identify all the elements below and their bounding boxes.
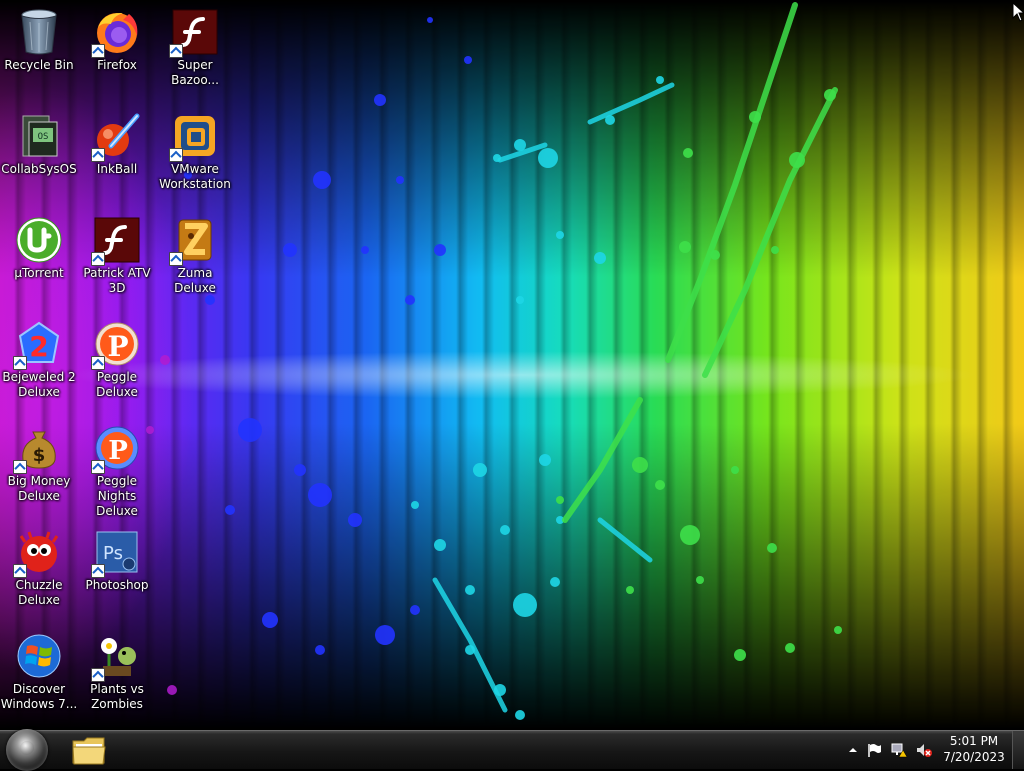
recycle-bin-icon xyxy=(15,8,63,56)
desktop-icon-label: Super Bazoo... xyxy=(171,58,219,87)
desktop-icon-peggle-nights[interactable]: P Peggle Nights Deluxe xyxy=(78,420,156,519)
flag-icon[interactable] xyxy=(866,742,882,758)
shortcut-arrow-icon xyxy=(91,148,105,162)
shortcut-arrow-icon xyxy=(91,356,105,370)
desktop-icon-peggle[interactable]: P Peggle Deluxe xyxy=(78,316,156,400)
bejeweled-icon: 2 xyxy=(13,320,63,370)
shortcut-arrow-icon xyxy=(13,564,27,578)
desktop-icon-patrick-atv[interactable]: Patrick ATV 3D xyxy=(78,212,156,296)
shortcut-arrow-icon xyxy=(91,44,105,58)
desktop-icon-bejeweled[interactable]: 2 Bejeweled 2 Deluxe xyxy=(0,316,78,400)
desktop-icon-label: VMware Workstation xyxy=(159,162,231,191)
shortcut-arrow-icon xyxy=(91,564,105,578)
desktop-icon-label: Bejeweled 2 Deluxe xyxy=(2,370,76,399)
desktop-icon-photoshop[interactable]: Ps Photoshop xyxy=(78,524,156,593)
clock-date: 7/20/2023 xyxy=(943,750,1005,764)
desktop-icon-label: Recycle Bin xyxy=(4,58,74,72)
plants-vs-zombies-icon xyxy=(91,632,141,682)
desktop-icon-label: µTorrent xyxy=(14,266,64,280)
chuzzle-icon xyxy=(13,528,63,578)
mouse-cursor-icon xyxy=(1012,2,1024,22)
zuma-icon xyxy=(169,216,219,266)
windows-orb-icon xyxy=(20,741,34,755)
svg-text:OS: OS xyxy=(38,132,49,142)
desktop-icon-recycle-bin[interactable]: Recycle Bin xyxy=(0,4,78,73)
desktop-icon-label: Photoshop xyxy=(85,578,149,592)
taskbar-pinned-explorer[interactable] xyxy=(70,733,108,767)
peggle-nights-icon: P xyxy=(91,424,141,474)
desktop-icon-label: Peggle Nights Deluxe xyxy=(96,474,138,518)
show-desktop-button[interactable] xyxy=(1012,731,1024,769)
svg-text:P: P xyxy=(108,436,128,466)
start-button[interactable] xyxy=(6,729,48,771)
desktop-icon-super-bazoo[interactable]: Super Bazoo... xyxy=(156,4,234,88)
desktop-icon-label: Zuma Deluxe xyxy=(174,266,216,295)
flash-icon xyxy=(169,8,219,58)
shortcut-arrow-icon xyxy=(13,356,27,370)
peggle-icon: P xyxy=(91,320,141,370)
desktop-icon-collabsysos[interactable]: OS CollabSysOS xyxy=(0,108,78,177)
collabsysos-icon: OS xyxy=(15,112,63,160)
windows-logo-icon xyxy=(15,632,63,680)
flash-icon xyxy=(91,216,141,266)
desktop-icon-label: Discover Windows 7... xyxy=(0,682,78,711)
desktop-icon-firefox[interactable]: Firefox xyxy=(78,4,156,73)
shortcut-arrow-icon xyxy=(169,252,183,266)
svg-text:2: 2 xyxy=(29,330,48,363)
svg-text:P: P xyxy=(107,330,128,363)
desktop-icon-zuma[interactable]: Zuma Deluxe xyxy=(156,212,234,296)
shortcut-arrow-icon xyxy=(169,148,183,162)
vmware-icon xyxy=(169,112,219,162)
desktop-icon-label: Firefox xyxy=(97,58,137,72)
desktop-icon-plants-vs-zombies[interactable]: Plants vs Zombies xyxy=(78,628,156,712)
desktop-icon-vmware[interactable]: VMware Workstation xyxy=(156,108,234,192)
desktop-icon-inkball[interactable]: InkBall xyxy=(78,108,156,177)
desktop-icon-utorrent[interactable]: µTorrent xyxy=(0,212,78,281)
network-warning-icon[interactable] xyxy=(891,742,907,758)
money-bag-icon: $ xyxy=(13,424,63,474)
desktop-icon-label: CollabSysOS xyxy=(1,162,77,176)
svg-text:$: $ xyxy=(33,445,46,466)
chevron-up-icon[interactable] xyxy=(845,742,861,758)
speaker-muted-icon[interactable] xyxy=(916,742,932,758)
desktop-icon-label: Plants vs Zombies xyxy=(90,682,144,711)
desktop-icon-big-money[interactable]: $ Big Money Deluxe xyxy=(0,420,78,504)
svg-text:Ps: Ps xyxy=(103,543,123,564)
utorrent-icon xyxy=(15,216,63,264)
shortcut-arrow-icon xyxy=(91,252,105,266)
clock-time: 5:01 PM xyxy=(949,734,999,748)
shortcut-arrow-icon xyxy=(91,460,105,474)
inkball-icon xyxy=(91,112,141,162)
photoshop-icon: Ps xyxy=(91,528,141,578)
system-clock[interactable]: 5:01 PM 7/20/2023 xyxy=(938,733,1010,765)
taskbar: 5:01 PM 7/20/2023 xyxy=(0,729,1024,771)
desktop-icon-label: Patrick ATV 3D xyxy=(83,266,151,295)
folder-icon xyxy=(72,737,106,765)
desktop-icon-discover-windows[interactable]: Discover Windows 7... xyxy=(0,628,78,712)
shortcut-arrow-icon xyxy=(13,460,27,474)
desktop-icon-label: Big Money Deluxe xyxy=(7,474,71,503)
desktop-icon-label: Peggle Deluxe xyxy=(96,370,138,399)
shortcut-arrow-icon xyxy=(169,44,183,58)
desktop-icon-label: InkBall xyxy=(96,162,138,176)
desktop-icon-label: Chuzzle Deluxe xyxy=(15,578,63,607)
desktop-icon-chuzzle[interactable]: Chuzzle Deluxe xyxy=(0,524,78,608)
shortcut-arrow-icon xyxy=(91,668,105,682)
firefox-icon xyxy=(91,8,141,58)
